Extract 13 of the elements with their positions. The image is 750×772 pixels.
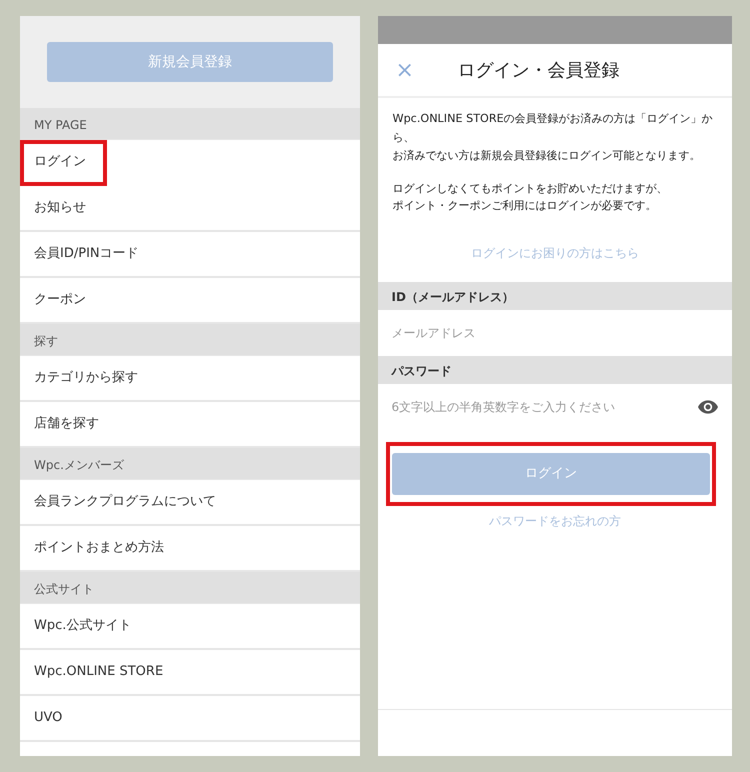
eye-icon[interactable]	[698, 400, 718, 414]
menu-item[interactable]: ログイン	[20, 140, 107, 186]
section-heading: MY PAGE	[20, 108, 360, 140]
field-label: パスワード	[378, 356, 732, 384]
section-heading: 探す	[20, 324, 360, 356]
info-text: ログインしなくてもポイントをお貯めいただけますが、	[392, 180, 669, 196]
section-heading: 公式サイト	[20, 572, 360, 604]
info-text: ポイント・クーポンご利用にはログインが必要です。	[392, 198, 658, 214]
field-label: ID（メールアドレス）	[378, 282, 732, 310]
section-heading: Wpc.メンバーズ	[20, 448, 360, 480]
dialog-title: ログイン・会員登録	[458, 58, 620, 82]
info-text: Wpc.ONLINE STOREの会員登録がお済みの方は「ログイン」から、	[392, 111, 714, 146]
info-text: お済みでない方は新規会員登録後にログイン可能となります。	[392, 148, 702, 164]
